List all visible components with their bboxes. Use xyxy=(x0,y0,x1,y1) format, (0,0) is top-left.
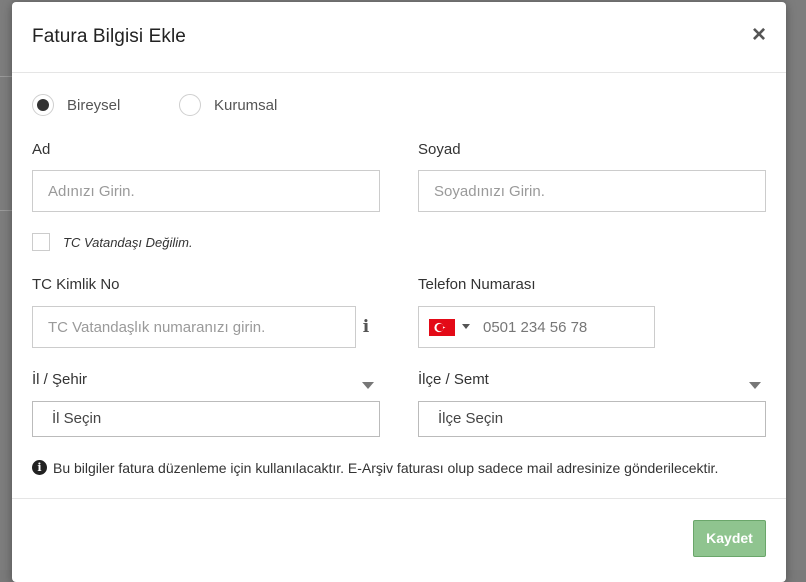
last-name-label: Soyad xyxy=(418,141,461,158)
invoice-info-modal: Fatura Bilgisi Ekle × Bireysel Kurumsal … xyxy=(12,2,786,582)
country-dropdown-caret-icon[interactable] xyxy=(462,324,470,329)
not-citizen-checkbox[interactable] xyxy=(32,233,50,251)
city-select[interactable]: İl Seçin xyxy=(32,401,380,437)
last-name-input[interactable] xyxy=(418,170,766,212)
radio-individual-label[interactable]: Bireysel xyxy=(67,97,120,114)
radio-corporate[interactable] xyxy=(179,94,201,116)
modal-title: Fatura Bilgisi Ekle xyxy=(32,26,186,47)
phone-label: Telefon Numarası xyxy=(418,276,536,293)
phone-input[interactable] xyxy=(473,307,663,347)
backdrop-right xyxy=(786,0,806,570)
close-icon[interactable]: × xyxy=(750,23,768,47)
info-icon[interactable]: i xyxy=(361,318,371,336)
radio-individual[interactable] xyxy=(32,94,54,116)
footer-divider xyxy=(12,498,786,499)
info-circle-icon: i xyxy=(32,460,47,475)
backdrop-left xyxy=(0,0,12,570)
modal-header: Fatura Bilgisi Ekle × xyxy=(12,2,786,73)
tc-id-label: TC Kimlik No xyxy=(32,276,120,293)
backdrop-divider xyxy=(0,210,12,211)
first-name-input[interactable] xyxy=(32,170,380,212)
district-chevron-down-icon[interactable] xyxy=(749,382,761,389)
city-chevron-down-icon[interactable] xyxy=(362,382,374,389)
turkey-flag-icon[interactable] xyxy=(429,319,455,336)
not-citizen-label[interactable]: TC Vatandaşı Değilim. xyxy=(63,235,193,250)
district-select[interactable]: İlçe Seçin xyxy=(418,401,766,437)
city-label: İl / Şehir xyxy=(32,371,88,388)
turkey-flag-graphic xyxy=(429,319,455,336)
save-button[interactable]: Kaydet xyxy=(693,520,766,557)
invoice-note: Bu bilgiler fatura düzenleme için kullan… xyxy=(53,460,719,476)
tc-id-input[interactable] xyxy=(32,306,356,348)
district-label: İlçe / Semt xyxy=(418,371,489,388)
radio-selected-dot xyxy=(37,99,49,111)
first-name-label: Ad xyxy=(32,141,51,158)
radio-corporate-label[interactable]: Kurumsal xyxy=(214,97,277,114)
phone-field xyxy=(418,306,663,348)
backdrop-divider xyxy=(0,76,12,77)
